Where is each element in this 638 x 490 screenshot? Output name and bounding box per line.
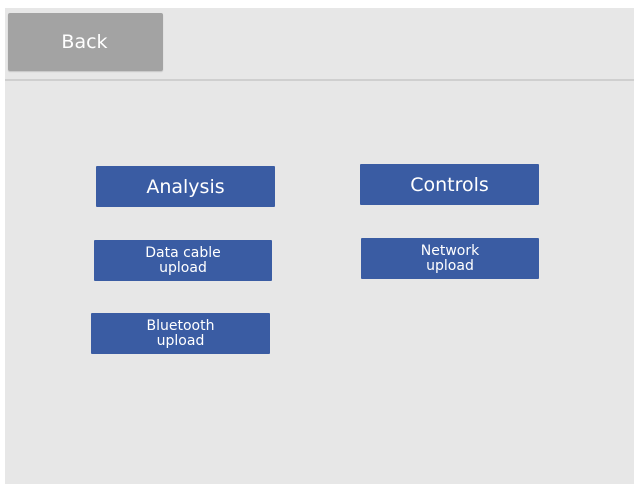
app-screen: Back Analysis Controls Data cable upload… <box>5 8 634 484</box>
bluetooth-upload-button[interactable]: Bluetooth upload <box>91 313 270 354</box>
data-cable-upload-label-line1: Data cable <box>145 244 221 261</box>
controls-button-label: Controls <box>410 173 489 196</box>
bluetooth-upload-label-line2: upload <box>156 332 205 349</box>
controls-button[interactable]: Controls <box>360 164 539 205</box>
back-button[interactable]: Back <box>8 13 163 71</box>
network-upload-button[interactable]: Network upload <box>361 238 539 279</box>
analysis-button[interactable]: Analysis <box>96 166 275 207</box>
bluetooth-upload-label-line1: Bluetooth <box>146 317 215 334</box>
network-upload-label-line2: upload <box>426 257 474 274</box>
data-cable-upload-button[interactable]: Data cable upload <box>94 240 272 281</box>
data-cable-upload-label-line2: upload <box>159 259 207 276</box>
network-upload-label-line1: Network <box>420 242 480 259</box>
header-divider <box>5 79 634 81</box>
back-button-label: Back <box>61 31 108 53</box>
analysis-button-label: Analysis <box>146 175 225 198</box>
